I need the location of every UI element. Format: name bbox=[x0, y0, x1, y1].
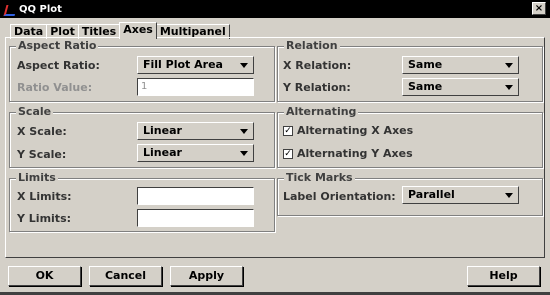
alternating-y-label: Alternating Y Axes bbox=[297, 147, 413, 160]
ratio-value-input[interactable]: 1 bbox=[137, 78, 254, 96]
y-scale-value: Linear bbox=[143, 146, 182, 159]
x-relation-label: X Relation: bbox=[283, 59, 352, 72]
x-scale-value: Linear bbox=[143, 124, 182, 137]
alternating-x-checkbox[interactable]: ✓ Alternating X Axes bbox=[283, 124, 413, 137]
tick-marks-group-label: Tick Marks bbox=[284, 171, 355, 184]
aspect-ratio-value: Fill Plot Area bbox=[143, 58, 223, 71]
aspect-ratio-label: Aspect Ratio: bbox=[17, 59, 100, 72]
tab-bar: Data Plot Titles Axes Multipanel bbox=[10, 22, 230, 39]
scale-group-label: Scale bbox=[16, 105, 54, 118]
axes-panel: Aspect Ratio Aspect Ratio: Fill Plot Are… bbox=[5, 37, 545, 258]
chevron-down-icon bbox=[240, 63, 248, 68]
chevron-down-icon bbox=[505, 193, 513, 198]
y-scale-dropdown[interactable]: Linear bbox=[137, 144, 254, 162]
y-scale-label: Y Scale: bbox=[17, 148, 67, 161]
label-orientation-label: Label Orientation: bbox=[283, 190, 396, 203]
relation-group-label: Relation bbox=[284, 39, 340, 52]
help-button[interactable]: Help bbox=[467, 266, 540, 286]
chevron-down-icon bbox=[240, 129, 248, 134]
y-relation-value: Same bbox=[408, 80, 443, 93]
cancel-button[interactable]: Cancel bbox=[89, 266, 162, 286]
x-relation-dropdown[interactable]: Same bbox=[402, 56, 519, 74]
app-icon bbox=[4, 4, 15, 15]
y-relation-label: Y Relation: bbox=[283, 81, 351, 94]
limits-group-label: Limits bbox=[16, 171, 58, 184]
title-bar: QQ Plot × bbox=[0, 0, 550, 18]
ok-button[interactable]: OK bbox=[8, 266, 81, 286]
close-button[interactable]: × bbox=[532, 2, 546, 15]
checkmark-icon: ✓ bbox=[283, 148, 293, 159]
alternating-y-checkbox[interactable]: ✓ Alternating Y Axes bbox=[283, 147, 413, 160]
alternating-group-label: Alternating bbox=[284, 105, 359, 118]
label-orientation-dropdown[interactable]: Parallel bbox=[402, 186, 519, 204]
y-limits-input[interactable] bbox=[137, 209, 254, 227]
y-limits-label: Y Limits: bbox=[17, 212, 72, 225]
ratio-value-label: Ratio Value: bbox=[17, 81, 93, 94]
apply-button[interactable]: Apply bbox=[170, 266, 243, 286]
window-title: QQ Plot bbox=[19, 3, 62, 15]
x-scale-dropdown[interactable]: Linear bbox=[137, 122, 254, 140]
y-relation-dropdown[interactable]: Same bbox=[402, 78, 519, 96]
x-relation-value: Same bbox=[408, 58, 443, 71]
aspect-ratio-group-label: Aspect Ratio bbox=[16, 39, 99, 52]
alternating-x-label: Alternating X Axes bbox=[297, 124, 414, 137]
chevron-down-icon bbox=[505, 63, 513, 68]
x-limits-label: X Limits: bbox=[17, 190, 72, 203]
aspect-ratio-dropdown[interactable]: Fill Plot Area bbox=[137, 56, 254, 74]
tab-axes[interactable]: Axes bbox=[119, 22, 157, 39]
chevron-down-icon bbox=[240, 151, 248, 156]
label-orientation-value: Parallel bbox=[408, 188, 455, 201]
checkmark-icon: ✓ bbox=[283, 125, 293, 136]
x-limits-input[interactable] bbox=[137, 187, 254, 205]
chevron-down-icon bbox=[505, 85, 513, 90]
x-scale-label: X Scale: bbox=[17, 125, 67, 138]
